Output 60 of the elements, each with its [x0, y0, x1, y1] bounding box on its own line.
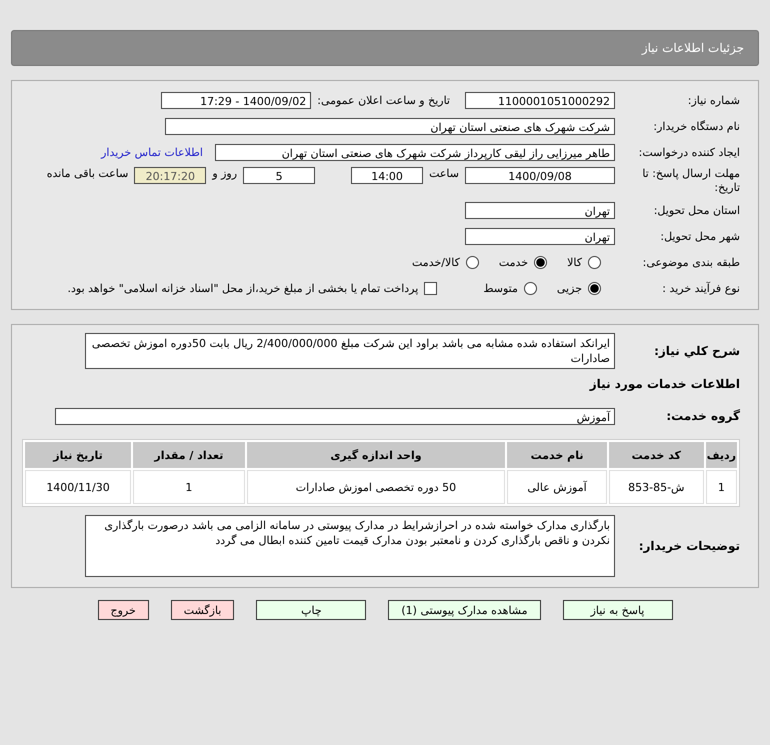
- checkbox-label: پرداخت تمام یا بخشی از مبلغ خرید،از محل "اسناد خزانه اسلامی" خواهد بود.: [68, 282, 418, 294]
- table-cell: 1400/11/30: [25, 470, 132, 504]
- checkbox[interactable]: [424, 282, 438, 294]
- field-label: نوع فرآیند خرید :: [661, 282, 740, 294]
- column-header: تاریخ نیاز: [25, 442, 132, 468]
- countdown-field[interactable]: 20:17:20: [134, 167, 206, 184]
- notes-field[interactable]: بارگذاری مدارک خواسته شده در احرازشرایط در مدارک پیوستی در سامانه الزامی می باشد درصورت بارگذاری نکردن و ناقص بارگذاری کردن و نامعتبر بودن مدارک قیمت تامین کننده ابطال می گردد: [85, 515, 615, 577]
- text-field[interactable]: 1400/09/02 - 17:29: [161, 92, 312, 108]
- field-label: ایجاد کننده درخواست:: [638, 146, 740, 158]
- field-label: طبقه بندی موضوعی:: [642, 256, 740, 268]
- option-label: جزیی: [556, 282, 582, 294]
- option-label: خدمت: [498, 256, 528, 268]
- field-label: تاریخ و ساعت اعلان عمومی:: [317, 94, 450, 106]
- radio-button[interactable]: [588, 256, 601, 268]
- radio-button[interactable]: [466, 256, 479, 268]
- column-header: تعداد / مقدار: [133, 442, 245, 468]
- field-label: نام دستگاه خریدار:: [652, 120, 740, 132]
- action-button[interactable]: مشاهده مدارک پیوستی (1): [388, 600, 540, 620]
- option-label: کالا/خدمت: [412, 256, 460, 268]
- field-label: توضیحات خریدار:: [638, 539, 740, 553]
- description-field[interactable]: ایرانکد استفاده شده مشابه می باشد براود این شرکت مبلغ 2/400/000/000 ریال بابت 50دوره اموزش تخصصی صادارات: [85, 333, 615, 369]
- column-header: کد خدمت: [608, 442, 704, 468]
- table-cell: آموزش عالی: [507, 470, 607, 504]
- field-label: ساعت باقی مانده: [46, 167, 128, 180]
- table-cell: 1: [133, 470, 245, 504]
- text-field[interactable]: طاهر میرزایی راز لیقی کارپرداز شرکت شهرک های صنعتی استان تهران: [215, 144, 615, 160]
- column-header: ردیف: [706, 442, 737, 468]
- table-cell: 50 دوره تخصصی اموزش صادارات: [246, 470, 506, 504]
- table-cell: 1: [706, 470, 737, 504]
- action-button[interactable]: پاسخ به نیاز: [562, 600, 672, 620]
- field-label: مهلت ارسال پاسخ: تا تاریخ:: [641, 167, 740, 195]
- radio-button[interactable]: [524, 282, 537, 294]
- text-field[interactable]: تهران: [465, 228, 615, 244]
- text-field[interactable]: 1400/09/08: [465, 167, 615, 184]
- field-label: روز و: [212, 167, 238, 180]
- field-label: ساعت: [429, 167, 459, 180]
- action-button[interactable]: چاپ: [256, 600, 366, 620]
- radio-button[interactable]: [588, 282, 601, 294]
- section-title: اطلاعات خدمات مورد نیاز: [588, 377, 740, 391]
- field-label: شماره نیاز:: [686, 94, 740, 106]
- field-label: شهر محل تحویل:: [659, 230, 740, 242]
- field-label: شرح کلي نياز:: [653, 344, 740, 358]
- column-header: نام خدمت: [507, 442, 607, 468]
- action-button[interactable]: بازگشت: [170, 600, 234, 620]
- action-button[interactable]: خروج: [98, 600, 149, 620]
- text-field[interactable]: 14:00: [351, 167, 424, 184]
- contact-link[interactable]: اطلاعات تماس خریدار: [101, 146, 203, 158]
- radio-button[interactable]: [534, 256, 548, 268]
- option-label: متوسط: [483, 282, 518, 294]
- page-title: جزئیات اطلاعات نیاز: [642, 41, 744, 55]
- text-field[interactable]: 1100001051000292: [465, 92, 615, 108]
- column-header: واحد اندازه گیری: [246, 442, 506, 468]
- text-field[interactable]: آموزش: [55, 408, 615, 424]
- field-label: گروه خدمت:: [665, 409, 740, 423]
- text-field[interactable]: شرکت شهرک های صنعتی استان تهران: [165, 118, 615, 134]
- text-field[interactable]: تهران: [465, 202, 615, 218]
- text-field[interactable]: 5: [243, 167, 316, 184]
- table-cell: ش-85-853: [608, 470, 704, 504]
- field-label: استان محل تحویل:: [652, 204, 740, 216]
- option-label: کالا: [567, 256, 582, 268]
